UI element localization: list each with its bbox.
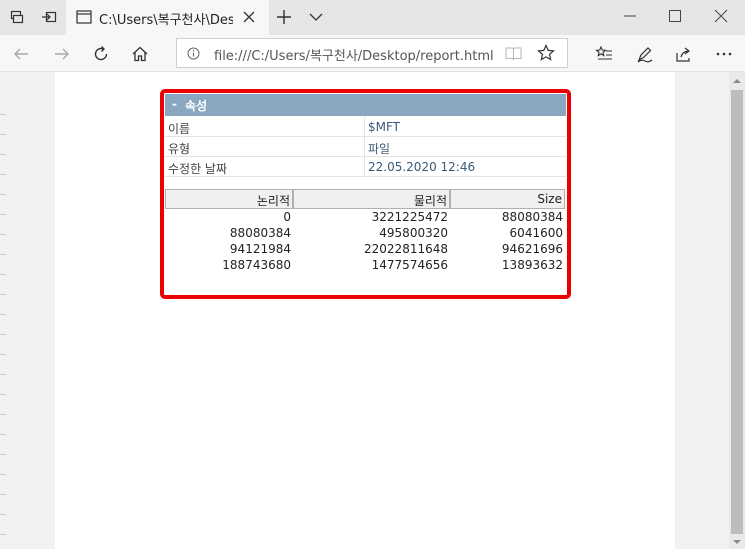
- property-value: $MFT: [368, 120, 401, 134]
- property-key: 이름: [168, 122, 191, 136]
- margin-tick: [0, 494, 6, 495]
- margin-tick: [0, 234, 6, 235]
- favorites-hub-icon[interactable]: [595, 45, 613, 63]
- cell-logical: 188743680: [222, 258, 291, 272]
- margin-tick: [0, 154, 6, 155]
- cell-logical: 88080384: [229, 226, 291, 240]
- address-bar[interactable]: file:///C:/Users/복구천사/Desktop/report.htm…: [176, 38, 568, 68]
- margin-tick: [0, 134, 6, 135]
- active-tab[interactable]: C:\Users\복구천사\Desk: [66, 0, 269, 35]
- reading-view-icon[interactable]: [505, 46, 522, 61]
- margin-tick: [0, 354, 6, 355]
- margin-tick: [0, 414, 6, 415]
- margin-tick: [0, 434, 6, 435]
- cell-physical: 22022811648: [364, 242, 448, 256]
- set-aside-tabs-icon[interactable]: [41, 9, 57, 25]
- margin-tick: [0, 454, 6, 455]
- cell-size: 88080384: [501, 210, 563, 224]
- property-row: 유형 파일: [165, 137, 566, 157]
- column-header-logical[interactable]: 논리적: [165, 189, 293, 209]
- column-divider: [364, 157, 365, 177]
- cell-logical: 0: [283, 210, 291, 224]
- maximize-icon[interactable]: [668, 9, 682, 23]
- back-arrow-icon[interactable]: [12, 45, 30, 63]
- cell-physical: 3221225472: [371, 210, 448, 224]
- properties-header[interactable]: - 속성: [165, 94, 566, 116]
- margin-tick: [0, 514, 6, 515]
- property-key: 유형: [168, 142, 191, 156]
- refresh-icon[interactable]: [92, 45, 110, 63]
- cell-physical: 495800320: [379, 226, 448, 240]
- forward-arrow-icon[interactable]: [53, 45, 71, 63]
- navigation-bar: file:///C:/Users/복구천사/Desktop/report.htm…: [0, 35, 745, 72]
- info-icon[interactable]: [187, 47, 200, 60]
- properties-title: 속성: [185, 99, 208, 113]
- cell-size: 6041600: [509, 226, 563, 240]
- tab-actions-icon[interactable]: [9, 9, 25, 25]
- vertical-scrollbar[interactable]: [729, 72, 745, 549]
- minimize-icon[interactable]: [623, 9, 637, 23]
- page-icon: [76, 10, 92, 24]
- margin-tick: [0, 114, 6, 115]
- column-header-physical[interactable]: 물리적: [293, 189, 450, 209]
- cell-physical: 1477574656: [371, 258, 448, 272]
- more-options-icon[interactable]: [715, 45, 733, 63]
- property-value: 파일: [368, 142, 391, 156]
- table-row: 94121984 22022811648 94621696: [165, 242, 565, 258]
- cell-size: 94621696: [501, 242, 563, 256]
- cell-logical: 94121984: [229, 242, 291, 256]
- close-tab-icon[interactable]: [242, 10, 256, 24]
- cell-size: 13893632: [501, 258, 563, 272]
- home-icon[interactable]: [131, 45, 149, 63]
- margin-tick: [0, 274, 6, 275]
- chevron-down-icon[interactable]: [309, 11, 323, 23]
- table-row: 188743680 1477574656 13893632: [165, 258, 565, 274]
- tab-bar: C:\Users\복구천사\Desk: [0, 0, 745, 35]
- new-tab-icon[interactable]: [276, 9, 292, 25]
- pen-note-icon[interactable]: [636, 45, 654, 63]
- share-icon[interactable]: [675, 45, 693, 63]
- scroll-up-arrow-icon[interactable]: [733, 77, 741, 85]
- margin-tick: [0, 194, 6, 195]
- url-text[interactable]: file:///C:/Users/복구천사/Desktop/report.htm…: [214, 45, 494, 64]
- scroll-down-arrow-icon[interactable]: [733, 538, 741, 546]
- property-value: 22.05.2020 12:46: [368, 160, 476, 174]
- runs-table-header: 논리적 물리적 Size: [165, 189, 565, 209]
- collapse-toggle[interactable]: -: [172, 97, 177, 111]
- margin-tick: [0, 314, 6, 315]
- margin-tick: [0, 394, 6, 395]
- column-header-size[interactable]: Size: [450, 189, 565, 209]
- table-row: 0 3221225472 88080384: [165, 210, 565, 226]
- margin-tick: [0, 254, 6, 255]
- margin-tick: [0, 534, 6, 535]
- margin-tick: [0, 214, 6, 215]
- margin-tick: [0, 374, 6, 375]
- property-key: 수정한 날짜: [168, 162, 228, 176]
- column-divider: [364, 117, 365, 137]
- margin-tick: [0, 334, 6, 335]
- window-close-icon[interactable]: [714, 9, 728, 23]
- table-row: 88080384 495800320 6041600: [165, 226, 565, 242]
- margin-tick: [0, 174, 6, 175]
- margin-tick: [0, 294, 6, 295]
- property-row: 이름 $MFT: [165, 117, 566, 137]
- margin-tick: [0, 474, 6, 475]
- tab-title: C:\Users\복구천사\Desk: [99, 13, 233, 28]
- scrollbar-thumb[interactable]: [731, 90, 743, 534]
- property-row: 수정한 날짜 22.05.2020 12:46: [165, 157, 566, 177]
- favorite-star-icon[interactable]: [537, 44, 555, 62]
- column-divider: [364, 137, 365, 157]
